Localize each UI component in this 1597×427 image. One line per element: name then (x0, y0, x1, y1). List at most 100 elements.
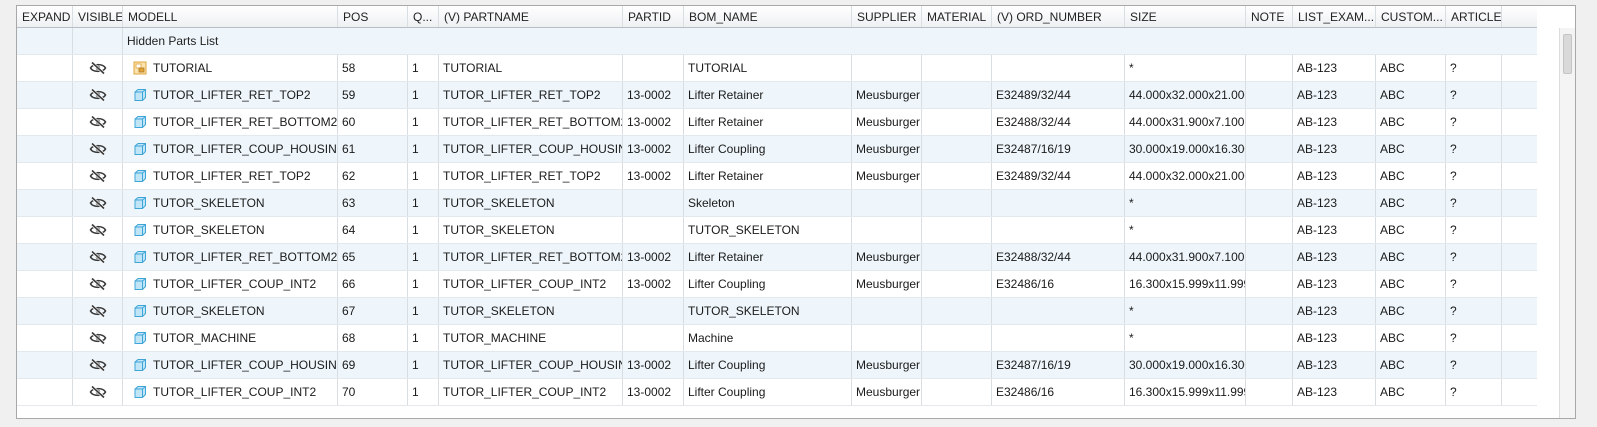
column-header-note[interactable]: NOTE (1246, 6, 1293, 27)
table-row[interactable]: TUTOR_LIFTER_COUP_INT2 70 1 TUTOR_LIFTER_CO… (17, 379, 1537, 406)
visible-cell[interactable] (73, 352, 123, 378)
expand-cell[interactable] (17, 136, 73, 162)
eye-slash-icon[interactable] (89, 250, 107, 264)
scrollbar-thumb[interactable] (1563, 34, 1572, 74)
eye-slash-icon[interactable] (89, 169, 107, 183)
column-header-qty[interactable]: Q... (408, 6, 439, 27)
table-row[interactable]: TUTOR_MACHINE 68 1 TUTOR_MACHINE Machine * AB-… (17, 325, 1537, 352)
expand-cell[interactable] (17, 55, 73, 81)
eye-slash-icon[interactable] (89, 358, 107, 372)
article-cell: ? (1446, 298, 1502, 324)
column-header-expand[interactable]: EXPAND (17, 6, 73, 27)
expand-cell[interactable] (17, 217, 73, 243)
note-cell (1246, 55, 1293, 81)
column-header-supplier[interactable]: SUPPLIER (852, 6, 922, 27)
eye-slash-icon[interactable] (89, 61, 107, 75)
visible-cell[interactable] (73, 298, 123, 324)
expand-cell[interactable] (17, 244, 73, 270)
supplier-cell (852, 55, 922, 81)
table-row[interactable]: TUTOR_LIFTER_RET_BOTTOM2 65 1 TUTOR_LIFTER_… (17, 244, 1537, 271)
column-header-modell[interactable]: MODELL (123, 6, 338, 27)
column-header-ord[interactable]: (V) ORD_NUMBER (992, 6, 1125, 27)
column-header-partname[interactable]: (V) PARTNAME (439, 6, 623, 27)
part-icon (133, 250, 147, 264)
visible-cell[interactable] (73, 55, 123, 81)
note-cell (1246, 163, 1293, 189)
article-cell: ? (1446, 109, 1502, 135)
expand-cell[interactable] (17, 379, 73, 405)
eye-slash-icon[interactable] (89, 385, 107, 399)
visible-cell[interactable] (73, 325, 123, 351)
qty-cell: 1 (408, 298, 439, 324)
eye-slash-icon[interactable] (89, 277, 107, 291)
table-row[interactable]: TUTOR_LIFTER_COUP_HOUSING2 69 1 TUTOR_LIFTE… (17, 352, 1537, 379)
group-label: Hidden Parts List (127, 34, 219, 48)
visible-cell[interactable] (73, 217, 123, 243)
column-header-article[interactable]: ARTICLE (1446, 6, 1502, 27)
eye-slash-icon[interactable] (89, 223, 107, 237)
expand-cell[interactable] (17, 163, 73, 189)
expand-cell[interactable] (17, 325, 73, 351)
column-header-bom[interactable]: BOM_NAME (684, 6, 852, 27)
custom-cell: ABC (1376, 352, 1446, 378)
pos-cell: 67 (338, 298, 408, 324)
table-row[interactable]: TUTOR_LIFTER_COUP_HOUSING2 61 1 TUTOR_LIFTE… (17, 136, 1537, 163)
eye-slash-icon[interactable] (89, 304, 107, 318)
column-header-visible[interactable]: VISIBLE (73, 6, 123, 27)
custom-cell: ABC (1376, 379, 1446, 405)
material-cell (922, 109, 992, 135)
qty-cell: 1 (408, 271, 439, 297)
expand-cell[interactable] (17, 109, 73, 135)
partname-cell: TUTOR_LIFTER_COUP_INT2 (439, 379, 623, 405)
partid-cell: 13-0002 (623, 379, 684, 405)
group-row-hidden-parts[interactable]: Hidden Parts List (17, 28, 1537, 55)
supplier-cell: Meusburger (852, 379, 922, 405)
eye-slash-icon[interactable] (89, 331, 107, 345)
table-row[interactable]: TUTOR_LIFTER_COUP_INT2 66 1 TUTOR_LIFTER_CO… (17, 271, 1537, 298)
expand-cell[interactable] (17, 82, 73, 108)
table-row[interactable]: TUTOR_SKELETON 63 1 TUTOR_SKELETON Skeleton *… (17, 190, 1537, 217)
expand-cell[interactable] (17, 298, 73, 324)
eye-slash-icon[interactable] (89, 115, 107, 129)
table-row[interactable]: TUTOR_LIFTER_RET_BOTTOM2 60 1 TUTOR_LIFTER_… (17, 109, 1537, 136)
note-cell (1246, 82, 1293, 108)
part-icon (133, 169, 147, 183)
model-name: TUTOR_SKELETON (153, 304, 265, 318)
eye-slash-icon[interactable] (89, 88, 107, 102)
visible-cell[interactable] (73, 82, 123, 108)
partid-cell: 13-0002 (623, 136, 684, 162)
eye-slash-icon[interactable] (89, 196, 107, 210)
article-cell: ? (1446, 163, 1502, 189)
vertical-scrollbar[interactable] (1559, 28, 1575, 418)
visible-cell[interactable] (73, 136, 123, 162)
table-row[interactable]: TUTORIAL 58 1 TUTORIAL TUTORIAL * AB-123 ABC? (17, 55, 1537, 82)
table-row[interactable]: TUTOR_SKELETON 64 1 TUTOR_SKELETON TUTOR_SKE… (17, 217, 1537, 244)
model-name: TUTOR_LIFTER_COUP_INT2 (153, 385, 317, 399)
partname-cell: TUTOR_MACHINE (439, 325, 623, 351)
column-header-list[interactable]: LIST_EXAM... (1293, 6, 1376, 27)
expand-cell[interactable] (17, 271, 73, 297)
table-row[interactable]: TUTOR_LIFTER_RET_TOP2 59 1 TUTOR_LIFTER_RET… (17, 82, 1537, 109)
visible-cell[interactable] (73, 271, 123, 297)
expand-cell[interactable] (17, 352, 73, 378)
column-header-pos[interactable]: POS (338, 6, 408, 27)
expand-cell[interactable] (17, 190, 73, 216)
column-header-material[interactable]: MATERIAL (922, 6, 992, 27)
table-row[interactable]: TUTOR_SKELETON 67 1 TUTOR_SKELETON TUTOR_SKE… (17, 298, 1537, 325)
article-cell: ? (1446, 325, 1502, 351)
table-row[interactable]: TUTOR_LIFTER_RET_TOP2 62 1 TUTOR_LIFTER_RET… (17, 163, 1537, 190)
material-cell (922, 163, 992, 189)
expand-cell[interactable] (17, 28, 73, 54)
visible-cell[interactable] (73, 163, 123, 189)
note-cell (1246, 136, 1293, 162)
visible-cell[interactable] (73, 244, 123, 270)
column-header-partid[interactable]: PARTID (623, 6, 684, 27)
visible-cell[interactable] (73, 379, 123, 405)
visible-cell[interactable] (73, 190, 123, 216)
column-header-size[interactable]: SIZE (1125, 6, 1246, 27)
column-header-custom[interactable]: CUSTOM... (1376, 6, 1446, 27)
custom-cell: ABC (1376, 163, 1446, 189)
visible-cell[interactable] (73, 109, 123, 135)
material-cell (922, 325, 992, 351)
eye-slash-icon[interactable] (89, 142, 107, 156)
